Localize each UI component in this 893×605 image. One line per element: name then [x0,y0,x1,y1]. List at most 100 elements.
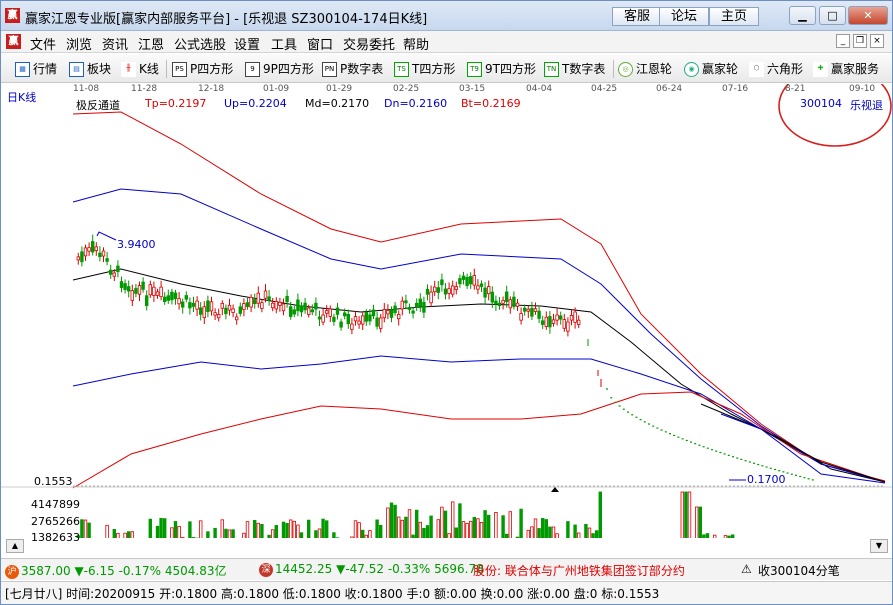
menu-file[interactable]: 文件 [30,34,56,53]
volume-bar [375,519,379,538]
candle-body [577,319,581,325]
menu-tools[interactable]: 工具 [271,34,297,53]
tool-t-number-table[interactable]: TN T数字表 [544,60,605,78]
customer-service-button[interactable]: 客服 [612,7,662,26]
menu-trade[interactable]: 交易委托 [343,34,395,53]
volume-bar [306,519,311,538]
candle-body [454,286,458,291]
volume-bar [530,526,534,538]
tool-t-square[interactable]: TS T四方形 [394,60,455,78]
volume-bar [454,527,458,538]
candle-body [130,290,134,301]
volume-bar [705,533,710,538]
mdi-minimize-icon[interactable]: _ [836,34,850,48]
candle-body [76,256,80,261]
toolbar-separator [166,60,167,78]
tool-9p-square[interactable]: 9 9P四方形 [245,60,314,78]
maximize-button[interactable]: □ [819,6,846,25]
tool-p-number-table[interactable]: PN P数字表 [322,60,383,78]
tool-sectors[interactable]: ▤ 板块 [69,60,111,78]
candle-body [429,291,433,304]
volume-bar [411,534,415,538]
candle-body [400,300,404,310]
candle-body [476,285,480,290]
menu-gann[interactable]: 江恩 [138,34,164,53]
scroll-down-button[interactable]: ▼ [870,539,888,553]
kline-chart[interactable]: 日K线 极反通道 Tp=0.2197 Up=0.2204 Md=0.2170 D… [1,84,892,553]
tick-detail-link[interactable]: 收300104分笔 [758,562,840,579]
volume-bar [224,528,228,538]
news-ticker[interactable]: 股份: 联合体与广州地铁集团签订部分约 [473,562,725,579]
tool-gann-wheel[interactable]: ◎ 江恩轮 [618,60,672,78]
date-tick-label: 01-09 [263,84,290,94]
app-logo-icon: 赢 [5,8,20,23]
candle-body [515,302,520,307]
menu-help[interactable]: 帮助 [403,34,429,53]
date-tick-label: 12-18 [198,84,225,94]
candle-body [350,323,354,330]
volume-bar [684,491,688,538]
date-tick-label: 06-24 [656,84,683,94]
tool-hexagon[interactable]: ⬡ 六角形 [749,60,803,78]
volume-bar [80,519,84,538]
forum-button[interactable]: 论坛 [659,7,709,26]
menu-formula-selection[interactable]: 公式选股 [174,34,226,53]
toolbar-separator [613,60,614,78]
tool-kline[interactable]: ╫ K线 [121,60,159,78]
homepage-button[interactable]: 主页 [709,7,759,26]
tool-yingjia-service[interactable]: ✚ 赢家服务 [813,60,879,78]
menu-browse[interactable]: 浏览 [66,34,92,53]
sh-index[interactable]: 沪 3587.00 ▼-6.15 -0.17% 4504.83亿 [5,562,226,579]
menu-window[interactable]: 窗口 [307,34,333,53]
volume-bar [220,519,224,538]
menu-logo-icon[interactable]: 赢 [6,34,21,49]
candles-icon: ╫ [121,62,136,77]
candle-body [346,313,350,325]
candle-body [559,315,563,320]
candle-body [137,285,142,295]
tool-yingjia-wheel[interactable]: ◉ 赢家轮 [684,60,738,78]
candle-body [523,307,527,312]
mdi-restore-icon[interactable]: ❐ [853,34,867,48]
volume-bar [231,529,235,538]
candle-body [310,309,314,313]
service-icon: ✚ [813,62,828,77]
volume-bar [515,536,520,538]
yingjia-wheel-icon: ◉ [684,62,699,77]
volume-bar [389,502,394,538]
close-icon: ✕ [863,9,873,22]
candle-body [80,251,84,263]
mdi-close-icon[interactable]: × [870,34,884,48]
candle-body [94,246,98,251]
candle-body [555,314,559,321]
volume-bar [213,527,217,538]
tool-9t-square[interactable]: T9 9T四方形 [467,60,536,78]
sz-index[interactable]: 深 14452.25 ▼-47.52 -0.33% 5696.78 [259,562,484,577]
close-button[interactable]: ✕ [848,6,888,25]
volume-bar [680,491,684,538]
candle-body [328,308,332,317]
minimize-button[interactable]: ▁ [789,6,816,25]
volume-bar [332,532,336,538]
blocks-icon: ▤ [69,62,84,77]
volume-axis-label: 1382633 [31,531,80,544]
price-axis-label: 0.1553 [34,475,73,488]
volume-bar [242,532,246,538]
volume-bar [83,519,88,538]
candle-body [184,295,188,300]
tool-p-square[interactable]: PS P四方形 [172,60,233,78]
candle-body [353,316,358,322]
volume-bar [148,518,152,538]
volume-bar [508,511,512,538]
center-line [72,268,886,483]
tool-quotes[interactable]: ▦ 行情 [15,60,57,78]
volume-bar [321,518,325,538]
kline-svg[interactable] [1,84,892,538]
volume-bar [422,527,426,538]
date-tick-label: 09-10 [849,84,876,94]
bell-icon[interactable]: ⚠ [741,562,752,576]
menu-settings[interactable]: 设置 [234,34,260,53]
scroll-up-button[interactable]: ▲ [6,539,24,553]
menu-info[interactable]: 资讯 [102,34,128,53]
candle-body [458,278,462,285]
